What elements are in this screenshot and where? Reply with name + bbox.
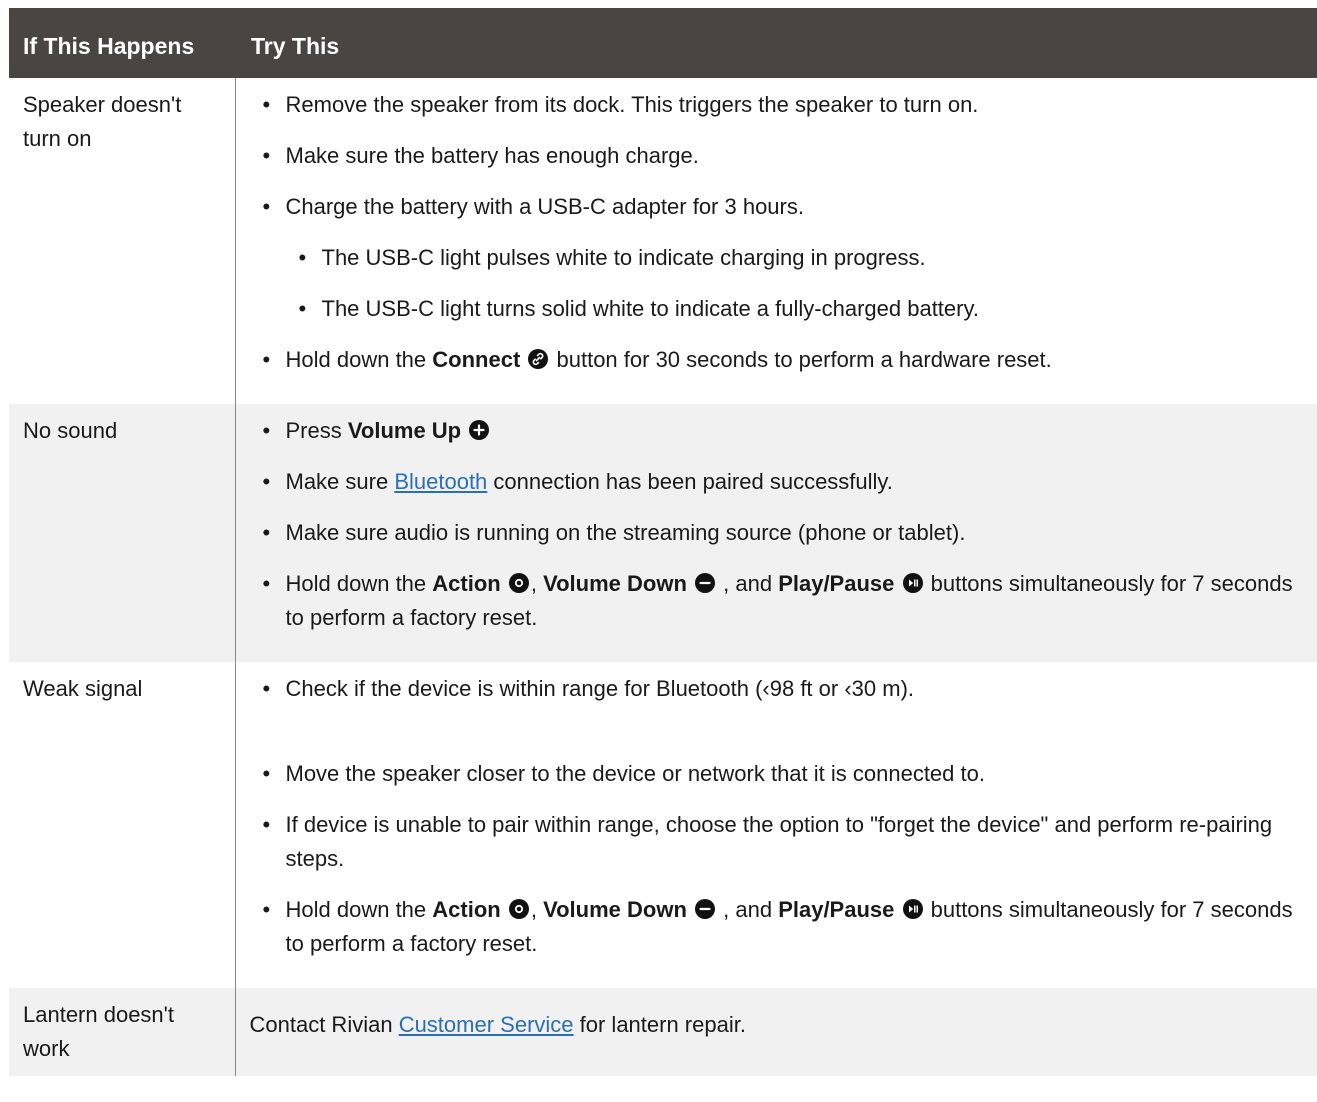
list-item: Hold down the Connect button for 30 seco… [250, 343, 1304, 377]
list-item: Remove the speaker from its dock. This t… [250, 88, 1304, 122]
header-if-this-happens: If This Happens [9, 8, 235, 78]
list-item: Press Volume Up [250, 414, 1304, 448]
table-row: Speaker doesn't turn on Remove the speak… [9, 78, 1317, 404]
table-row: No sound Press Volume Up Make sure Bluet… [9, 404, 1317, 662]
troubleshooting-table: If This Happens Try This Speaker doesn't… [9, 8, 1317, 1076]
header-try-this: Try This [235, 8, 1317, 78]
condition-lantern: Lantern doesn't work [9, 988, 236, 1076]
condition-no-sound: No sound [9, 404, 236, 662]
list-item: If device is unable to pair within range… [250, 808, 1304, 876]
table-row: Lantern doesn't work Contact Rivian Cust… [9, 988, 1317, 1076]
connect-label: Connect [432, 347, 521, 372]
solutions-weak-signal: Check if the device is within range for … [235, 662, 1317, 988]
action-dot-icon [508, 899, 529, 919]
bluetooth-link[interactable]: Bluetooth [394, 469, 487, 494]
list-item: Charge the battery with a USB-C adapter … [250, 190, 1304, 224]
list-item: Hold down the Action , Volume Down , and… [250, 567, 1304, 635]
volume-up-label: Volume Up [347, 418, 462, 443]
action-dot-icon [508, 573, 529, 593]
customer-service-link[interactable]: Customer Service [399, 1012, 574, 1037]
list-item: Check if the device is within range for … [250, 672, 1304, 706]
solutions-lantern: Contact Rivian Customer Service for lant… [235, 988, 1317, 1076]
list-item: Make sure audio is running on the stream… [250, 516, 1304, 550]
list-item: Move the speaker closer to the device or… [250, 757, 1304, 791]
list-item: Make sure the battery has enough charge. [250, 139, 1304, 173]
solutions-no-sound: Press Volume Up Make sure Bluetooth conn… [235, 404, 1317, 662]
play-pause-icon [902, 573, 923, 593]
link-icon [528, 349, 549, 369]
play-pause-icon [902, 899, 923, 919]
list-item: The USB-C light pulses white to indicate… [250, 241, 1304, 275]
solutions-speaker-off: Remove the speaker from its dock. This t… [235, 78, 1317, 404]
list-item: Hold down the Action , Volume Down , and… [250, 893, 1304, 961]
troubleshooting-page: If This Happens Try This Speaker doesn't… [0, 0, 1317, 1102]
minus-circle-icon [695, 573, 716, 593]
list-item: Make sure Bluetooth connection has been … [250, 465, 1304, 499]
list-item: The USB-C light turns solid white to ind… [250, 292, 1304, 326]
plus-circle-icon [469, 420, 490, 440]
minus-circle-icon [695, 899, 716, 919]
table-header-row: If This Happens Try This [9, 8, 1317, 78]
table-row: Weak signal Check if the device is withi… [9, 662, 1317, 988]
condition-speaker-off: Speaker doesn't turn on [9, 78, 236, 404]
condition-weak-signal: Weak signal [9, 662, 236, 988]
